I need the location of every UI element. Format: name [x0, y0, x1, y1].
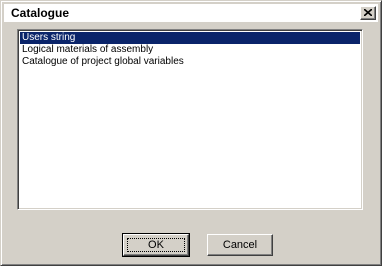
ok-button[interactable]: OK [122, 233, 190, 257]
window-title: Catalogue [11, 6, 70, 20]
ok-button-label: OK [148, 239, 164, 251]
cancel-button-label: Cancel [222, 239, 258, 251]
list-item-users-string[interactable]: Users string [20, 32, 360, 44]
catalogue-dialog: Catalogue Users string Logical materials… [0, 0, 382, 266]
close-button[interactable] [360, 6, 376, 20]
catalogue-list[interactable]: Users string Logical materials of assemb… [17, 29, 363, 210]
cancel-button[interactable]: Cancel [207, 234, 273, 256]
close-icon [364, 9, 372, 16]
list-item-logical-materials[interactable]: Logical materials of assembly [20, 44, 360, 56]
title-bar[interactable]: Catalogue [4, 4, 378, 22]
list-item-project-global-variables[interactable]: Catalogue of project global variables [20, 56, 360, 68]
